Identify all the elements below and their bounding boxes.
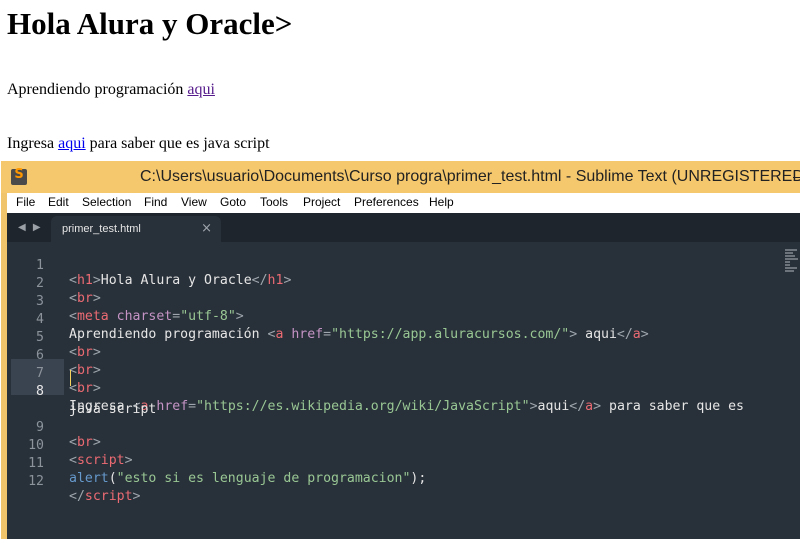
paragraph-text: Aprendiendo programación <box>7 81 188 98</box>
tab-label: primer_test.html <box>62 223 141 235</box>
app-icon-glyph: S <box>14 167 24 182</box>
menu-file[interactable]: File <box>16 195 35 209</box>
code-line-current: 8 Ingresa <a href="https://es.wikipedia.… <box>7 368 800 414</box>
tab-primer-test[interactable]: primer_test.html × <box>51 216 221 242</box>
menu-goto[interactable]: Goto <box>220 195 246 209</box>
code-line: 3 <meta charset="utf-8"> <box>7 278 800 324</box>
code-line: 6 <br> <box>7 332 800 378</box>
paragraph-suffix: para saber que es java script <box>85 135 270 152</box>
sublime-app-icon[interactable]: S <box>11 167 27 185</box>
tab-nav-arrows-icon[interactable]: ◀ ▶ <box>18 222 43 233</box>
menu-preferences[interactable]: Preferences <box>354 195 419 209</box>
code-line: 12 </script> <box>7 458 800 504</box>
menu-find[interactable]: Find <box>144 195 167 209</box>
title-bar[interactable]: S C:\Users\usuario\Documents\Curso progr… <box>1 161 800 193</box>
text-cursor <box>70 370 71 386</box>
paragraph-aprendiendo: Aprendiendo programación aqui <box>7 80 215 100</box>
page-heading: Hola Alura y Oracle> <box>7 6 293 41</box>
code-line: 1 <h1>Hola Alura y Oracle</h1> <box>7 242 800 288</box>
close-tab-icon[interactable]: × <box>201 221 212 236</box>
menu-edit[interactable]: Edit <box>48 195 69 209</box>
code-line-wrapped: java script <box>69 402 157 417</box>
paragraph-ingresa: Ingresa aqui para saber que es java scri… <box>7 134 270 154</box>
code-line: 4 Aprendiendo programación <a href="http… <box>7 296 800 342</box>
menu-tools[interactable]: Tools <box>260 195 288 209</box>
minimize-icon[interactable] <box>793 177 800 178</box>
window-title: C:\Users\usuario\Documents\Curso progra\… <box>140 168 800 185</box>
tab-bar: ◀ ▶ primer_test.html × <box>7 213 800 242</box>
link-alura[interactable]: aqui <box>187 81 215 98</box>
code-line: 2 <br> <box>7 260 800 306</box>
code-line: 7 <br> <box>7 350 800 396</box>
code-line: 11 alert("esto si es lenguaje de program… <box>7 440 800 486</box>
link-wikipedia[interactable]: aqui <box>58 135 86 152</box>
line-number: 12 <box>28 474 44 489</box>
menu-project[interactable]: Project <box>303 195 340 209</box>
sublime-window: S C:\Users\usuario\Documents\Curso progr… <box>1 161 800 539</box>
code-line: 9 <br> <box>7 404 800 450</box>
paragraph-prefix: Ingresa <box>7 135 59 152</box>
menu-selection[interactable]: Selection <box>82 195 131 209</box>
code-line: 5 <br> <box>7 314 800 360</box>
code-line: 10 <script> <box>7 422 800 468</box>
menu-help[interactable]: Help <box>429 195 454 209</box>
menu-view[interactable]: View <box>181 195 207 209</box>
menu-bar: File Edit Selection Find View Goto Tools… <box>7 193 800 213</box>
editor-area[interactable]: ◀ ▶ primer_test.html × 1 <h1>Hola Alura … <box>7 213 800 539</box>
